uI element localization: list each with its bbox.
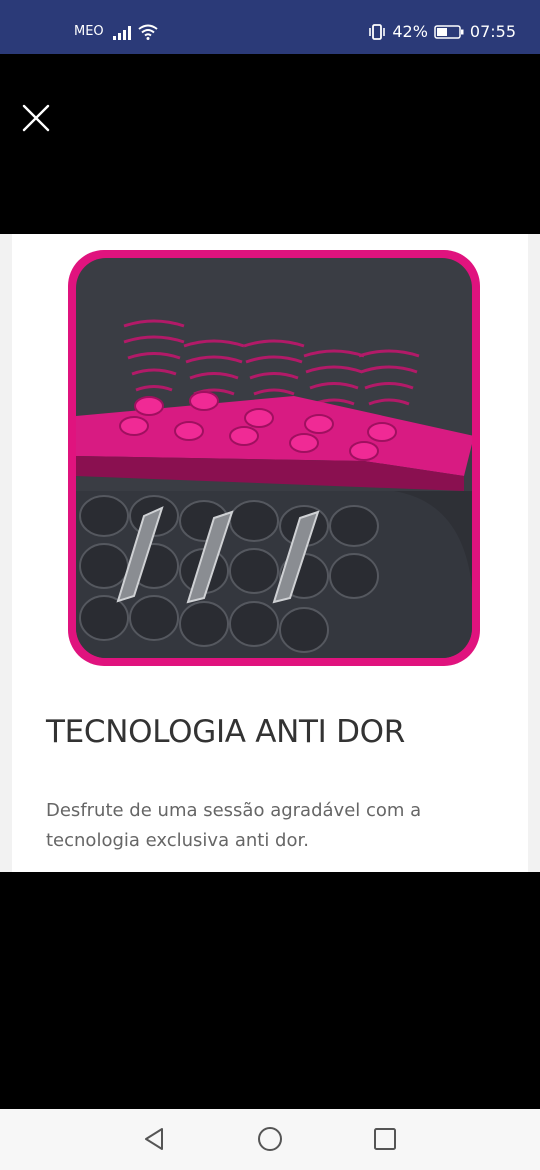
- recents-icon[interactable]: [370, 1124, 400, 1154]
- status-bar: MEO 42% 07:55: [0, 0, 540, 54]
- signal-icon: [113, 26, 131, 40]
- battery-percent: 42%: [392, 22, 428, 41]
- home-icon[interactable]: [255, 1124, 285, 1154]
- feature-title: TECNOLOGIA ANTI DOR: [46, 714, 405, 750]
- image-viewer: TECNOLOGIA ANTI DOR Desfrute de uma sess…: [0, 54, 540, 1109]
- card-content: TECNOLOGIA ANTI DOR Desfrute de uma sess…: [12, 234, 528, 872]
- back-icon[interactable]: [140, 1124, 170, 1154]
- clock: 07:55: [469, 22, 516, 41]
- feature-description: Desfrute de uma sessão agradável com a t…: [46, 800, 422, 851]
- battery-icon: [434, 24, 464, 39]
- vibrate-icon: [369, 23, 386, 40]
- wifi-icon: [138, 24, 158, 40]
- close-icon[interactable]: [20, 102, 52, 134]
- status-right: 42% 07:55: [368, 22, 516, 41]
- anti-pain-illustration: [68, 250, 480, 666]
- product-feature-card: TECNOLOGIA ANTI DOR Desfrute de uma sess…: [0, 234, 540, 872]
- carrier-label: MEO: [74, 24, 104, 39]
- navigation-bar: [0, 1109, 540, 1170]
